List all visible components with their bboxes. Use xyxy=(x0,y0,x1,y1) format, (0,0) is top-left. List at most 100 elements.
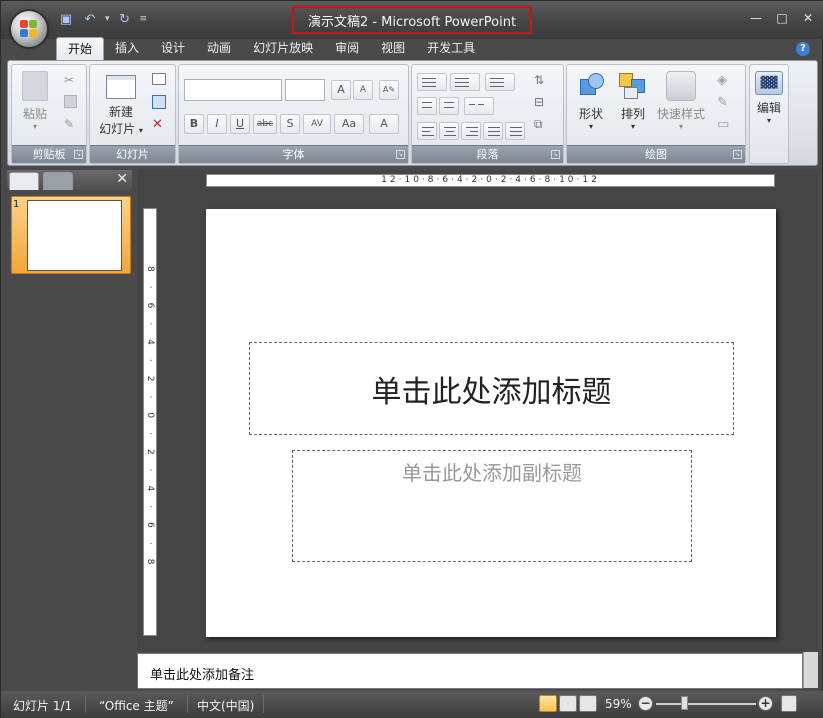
arrange-button[interactable]: 排列 ▾ xyxy=(615,71,651,131)
zoom-level[interactable]: 59% xyxy=(605,697,632,711)
quick-access-toolbar: ▣ ↶ ▾ ↻ ≡ xyxy=(57,10,147,28)
change-case-button[interactable]: Aa xyxy=(334,114,364,134)
undo-icon[interactable]: ↶ xyxy=(81,10,99,28)
group-paragraph: ⇅ ⊟ ⧉ 段落 ↘ xyxy=(411,64,564,164)
help-icon[interactable]: ? xyxy=(796,42,810,56)
shapes-label: 形状 xyxy=(578,107,603,121)
tab-design[interactable]: 设计 xyxy=(150,37,196,61)
copy-icon[interactable] xyxy=(64,95,77,108)
zoom-slider-handle[interactable] xyxy=(681,696,688,710)
redo-icon[interactable]: ↻ xyxy=(116,10,134,28)
title-placeholder[interactable]: 单击此处添加标题 xyxy=(249,342,734,435)
shadow-button[interactable]: S xyxy=(280,114,300,134)
italic-button[interactable]: I xyxy=(207,114,227,134)
line-spacing-icon[interactable] xyxy=(485,73,515,91)
zoom-out-icon[interactable]: − xyxy=(638,696,653,711)
editing-button[interactable]: ▓▓ 编辑 ▾ xyxy=(752,71,786,125)
arrange-icon xyxy=(619,71,647,101)
new-slide-button[interactable]: 新建 幻灯片 ▾ xyxy=(94,71,148,137)
slide-count: 幻灯片 1/1 xyxy=(13,699,73,713)
office-button[interactable] xyxy=(10,10,48,48)
tab-slides[interactable] xyxy=(9,172,39,190)
group-slides: 新建 幻灯片 ▾ ✕ 幻灯片 xyxy=(89,64,176,164)
slide-number: 1 xyxy=(13,199,20,210)
minimize-button[interactable]: — xyxy=(750,11,762,25)
vertical-ruler: 8·6·4·2·0·2·4·6·8 xyxy=(143,208,157,636)
char-spacing-button[interactable]: AV xyxy=(303,114,331,134)
tab-animations[interactable]: 动画 xyxy=(196,37,242,61)
tab-outline[interactable] xyxy=(43,172,73,190)
tab-insert[interactable]: 插入 xyxy=(104,37,150,61)
customize-qat-icon[interactable]: ≡ xyxy=(140,14,148,24)
tab-review[interactable]: 审阅 xyxy=(324,37,370,61)
tab-home[interactable]: 开始 xyxy=(56,37,105,61)
shapes-button[interactable]: 形状 ▾ xyxy=(573,71,609,131)
align-text-icon[interactable]: ⊟ xyxy=(534,95,550,111)
tab-developer[interactable]: 开发工具 xyxy=(416,37,486,61)
status-separator xyxy=(187,695,188,713)
shrink-font-icon[interactable]: A xyxy=(353,80,373,100)
subtitle-placeholder[interactable]: 单击此处添加副标题 xyxy=(292,450,692,562)
close-pane-icon[interactable]: ✕ xyxy=(116,171,128,187)
ribbon-tabs: 开始 插入 设计 动画 幻灯片放映 审阅 视图 开发工具 xyxy=(56,37,486,61)
clipboard-launcher-icon[interactable]: ↘ xyxy=(74,150,83,159)
quick-styles-icon xyxy=(666,71,696,101)
shape-effects-icon[interactable]: ▭ xyxy=(717,117,733,133)
notes-scrollbar[interactable] xyxy=(803,652,818,688)
smartart-icon[interactable]: ⧉ xyxy=(534,117,550,133)
paragraph-launcher-icon[interactable]: ↘ xyxy=(551,150,560,159)
format-painter-icon[interactable]: ✎ xyxy=(64,117,80,133)
theme-name[interactable]: “Office 主题” xyxy=(99,697,174,714)
align-left-icon[interactable] xyxy=(417,122,437,140)
font-launcher-icon[interactable]: ↘ xyxy=(396,150,405,159)
increase-indent-icon[interactable] xyxy=(439,97,459,115)
tab-slideshow[interactable]: 幻灯片放映 xyxy=(242,37,324,61)
close-button[interactable]: ✕ xyxy=(802,11,814,25)
status-separator xyxy=(263,695,264,713)
shape-fill-icon[interactable]: ◈ xyxy=(717,73,733,89)
decrease-indent-icon[interactable] xyxy=(417,97,437,115)
numbering-icon[interactable] xyxy=(450,73,480,91)
font-size-dropdown[interactable] xyxy=(285,79,325,101)
fit-to-window-icon[interactable] xyxy=(781,695,797,712)
columns-icon[interactable] xyxy=(464,97,494,115)
font-group-label: 字体 xyxy=(179,145,408,163)
font-color-button[interactable]: A xyxy=(369,114,399,134)
shape-outline-icon[interactable]: ✎ xyxy=(717,95,733,111)
grow-font-icon[interactable]: A xyxy=(331,80,351,100)
slide-thumbnail[interactable] xyxy=(27,200,122,271)
strikethrough-button[interactable]: abc xyxy=(253,114,277,134)
slide-canvas[interactable]: 单击此处添加标题 单击此处添加副标题 xyxy=(206,209,776,637)
normal-view-icon[interactable] xyxy=(539,695,557,712)
clear-format-icon[interactable]: A✎ xyxy=(379,80,399,100)
slideshow-view-icon[interactable] xyxy=(579,695,597,712)
language[interactable]: 中文(中国) xyxy=(197,697,254,714)
maximize-button[interactable]: □ xyxy=(776,11,788,25)
text-direction-icon[interactable]: ⇅ xyxy=(534,73,550,89)
quick-styles-button[interactable]: 快速样式 ▾ xyxy=(655,71,707,131)
underline-button[interactable]: U xyxy=(230,114,250,134)
font-name-dropdown[interactable] xyxy=(184,79,282,101)
notes-pane[interactable]: 单击此处添加备注 xyxy=(137,653,803,689)
paste-label: 粘贴 xyxy=(22,107,47,121)
save-icon[interactable]: ▣ xyxy=(57,10,75,28)
zoom-in-icon[interactable]: + xyxy=(758,696,773,711)
align-right-icon[interactable] xyxy=(461,122,481,140)
distributed-icon[interactable] xyxy=(505,122,525,140)
zoom-slider[interactable] xyxy=(656,703,756,705)
align-center-icon[interactable] xyxy=(439,122,459,140)
drawing-launcher-icon[interactable]: ↘ xyxy=(733,150,742,159)
undo-dropdown-icon[interactable]: ▾ xyxy=(105,14,110,24)
paste-button[interactable]: 粘贴 ▾ xyxy=(18,71,52,131)
cut-icon[interactable]: ✂ xyxy=(64,73,80,89)
group-editing[interactable]: ▓▓ 编辑 ▾ xyxy=(749,64,789,164)
delete-slide-icon[interactable]: ✕ xyxy=(152,117,168,133)
slide-sorter-icon[interactable] xyxy=(559,695,577,712)
reset-icon[interactable] xyxy=(152,95,166,109)
bold-button[interactable]: B xyxy=(184,114,204,134)
bullets-icon[interactable] xyxy=(417,73,447,91)
justify-icon[interactable] xyxy=(483,122,503,140)
layout-icon[interactable] xyxy=(152,73,166,85)
quick-styles-label: 快速样式 xyxy=(656,107,705,121)
tab-view[interactable]: 视图 xyxy=(370,37,416,61)
